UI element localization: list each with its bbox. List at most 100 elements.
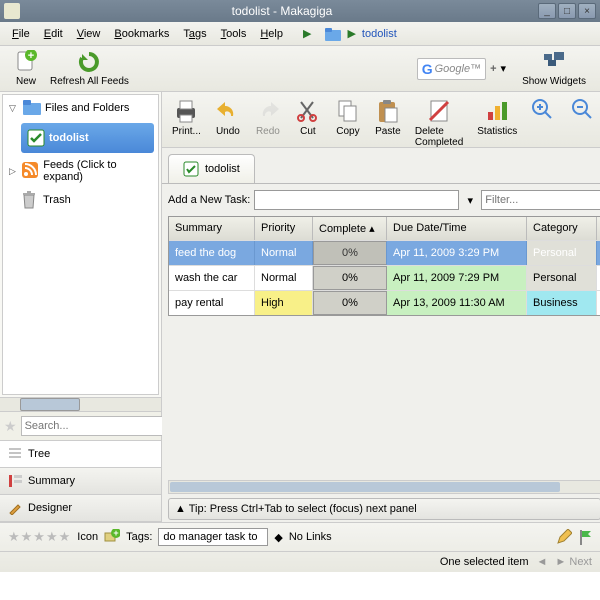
cell-complete[interactable]: 0% [313,241,387,265]
add-task-row: Add a New Task: ▾ [162,183,600,216]
checklist-icon [183,161,199,177]
col-summary[interactable]: Summary [169,217,255,240]
zoom-in-icon [531,98,557,124]
cell-priority: High [255,291,313,315]
rating-stars[interactable]: ★★★★★ [8,529,71,545]
delete-icon [426,98,452,124]
cell-complete[interactable]: 0% [313,291,387,315]
new-button[interactable]: + New [8,48,44,89]
prev-button[interactable]: ◄ [537,556,548,568]
tree-feeds[interactable]: ▷ Feeds (Click to expand) [3,155,158,187]
menu-bookmarks[interactable]: Bookmarks [108,25,175,43]
cut-icon [295,98,321,124]
rss-icon [22,162,39,180]
cut-button[interactable]: Cut [289,96,327,139]
dropdown-icon[interactable]: ▾ [463,194,477,207]
content: Print... Undo Redo Cut Copy Paste Delete… [162,92,600,522]
nav-play-icon[interactable]: ▶ [303,27,311,40]
tags-dropdown-icon[interactable]: ◆ [274,531,282,544]
undo-button[interactable]: Undo [209,96,247,139]
cell-summary: feed the dog [169,241,255,265]
table-row[interactable]: pay rentalHigh0%Apr 13, 2009 11:30 AMBus… [169,290,600,315]
tab-todolist[interactable]: todolist [168,154,255,183]
show-widgets-button[interactable]: Show Widgets [516,48,592,89]
tree-files-folders[interactable]: ▽ Files and Folders [3,95,158,121]
add-task-input[interactable] [254,190,459,210]
table-header: Summary Priority Complete ▴ Due Date/Tim… [169,217,600,240]
col-complete[interactable]: Complete ▴ [313,217,387,240]
table-row[interactable]: wash the carNormal0%Apr 11, 2009 7:29 PM… [169,265,600,290]
cell-due: Apr 11, 2009 7:29 PM [387,266,527,290]
view-summary[interactable]: Summary [0,468,161,495]
dropdown-icon[interactable]: ▾ [501,62,507,75]
copy-icon [335,98,361,124]
sidebar-scrollbar[interactable] [0,397,161,411]
cell-complete[interactable]: 0% [313,266,387,290]
minimize-button[interactable]: _ [538,3,556,19]
col-category[interactable]: Category [527,217,597,240]
col-priority[interactable]: Priority [255,217,313,240]
print-icon [173,98,199,124]
next-button[interactable]: ► Next [555,556,592,568]
close-button[interactable]: × [578,3,596,19]
cell-due: Apr 11, 2009 3:29 PM [387,241,527,265]
star-icon[interactable]: ★ [4,418,17,435]
content-scrollbar[interactable] [168,480,600,494]
statistics-button[interactable]: Statistics [471,96,523,139]
tree-trash[interactable]: Trash [15,187,158,213]
cell-priority: Normal [255,266,313,290]
search-engine-box[interactable]: G Google™ [417,58,486,80]
table-row[interactable]: feed the dogNormal0%Apr 11, 2009 3:29 PM… [169,240,600,265]
cell-category: Personal [527,266,597,290]
breadcrumb[interactable]: todolist [362,28,397,40]
expand-icon[interactable]: ▷ [9,166,18,177]
view-designer[interactable]: Designer [0,495,161,522]
edit-icon[interactable] [556,529,572,545]
window-title: todolist - Makagiga [26,4,538,18]
cell-summary: wash the car [169,266,255,290]
zoom-out-button[interactable] [565,96,600,128]
print-button[interactable]: Print... [166,96,207,139]
tags-input[interactable] [158,528,268,546]
menu-tags[interactable]: Tags [177,25,212,43]
menu-file[interactable]: File [6,25,36,43]
zoom-in-button[interactable] [525,96,563,128]
delete-completed-button[interactable]: Delete Completed [409,96,469,150]
summary-icon [8,474,22,488]
view-tree[interactable]: Tree [0,441,161,468]
flag-icon[interactable] [578,529,592,545]
menu-tools[interactable]: Tools [215,25,253,43]
new-icon: + [14,50,38,74]
cell-category: Personal [527,241,597,265]
filter-input[interactable] [481,190,600,210]
maximize-button[interactable]: □ [558,3,576,19]
add-task-label: Add a New Task: [168,194,250,206]
editor-toolbar: Print... Undo Redo Cut Copy Paste Delete… [162,92,600,148]
menubar: File Edit View Bookmarks Tags Tools Help… [0,22,600,46]
cell-category: Business [527,291,597,315]
menu-view[interactable]: View [71,25,107,43]
menu-help[interactable]: Help [254,25,289,43]
designer-icon [8,501,22,515]
col-due[interactable]: Due Date/Time [387,217,527,240]
google-icon: G [422,61,433,77]
task-table: Summary Priority Complete ▴ Due Date/Tim… [168,216,600,316]
copy-button[interactable]: Copy [329,96,367,139]
titlebar: todolist - Makagiga _ □ × [0,0,600,22]
status-bar: One selected item ◄ ► Next [0,551,600,572]
redo-button[interactable]: Redo [249,96,287,139]
menu-edit[interactable]: Edit [38,25,69,43]
search-input[interactable] [21,416,171,436]
add-engine-button[interactable]: + [490,63,496,75]
collapse-icon[interactable]: ▽ [9,103,19,114]
tags-label: Tags: [126,531,152,543]
folder-icon [23,99,41,117]
paste-button[interactable]: Paste [369,96,407,139]
undo-icon [215,98,241,124]
tree-panel: ▽ Files and Folders todolist ▷ Feeds (Cl… [2,94,159,395]
tag-add-icon[interactable]: + [104,529,120,545]
tree-todolist[interactable]: todolist [21,123,154,153]
refresh-button[interactable]: Refresh All Feeds [44,48,135,89]
zoom-out-icon [571,98,597,124]
bottom-bar: ★★★★★ Icon + Tags: ◆ No Links One select… [0,522,600,572]
